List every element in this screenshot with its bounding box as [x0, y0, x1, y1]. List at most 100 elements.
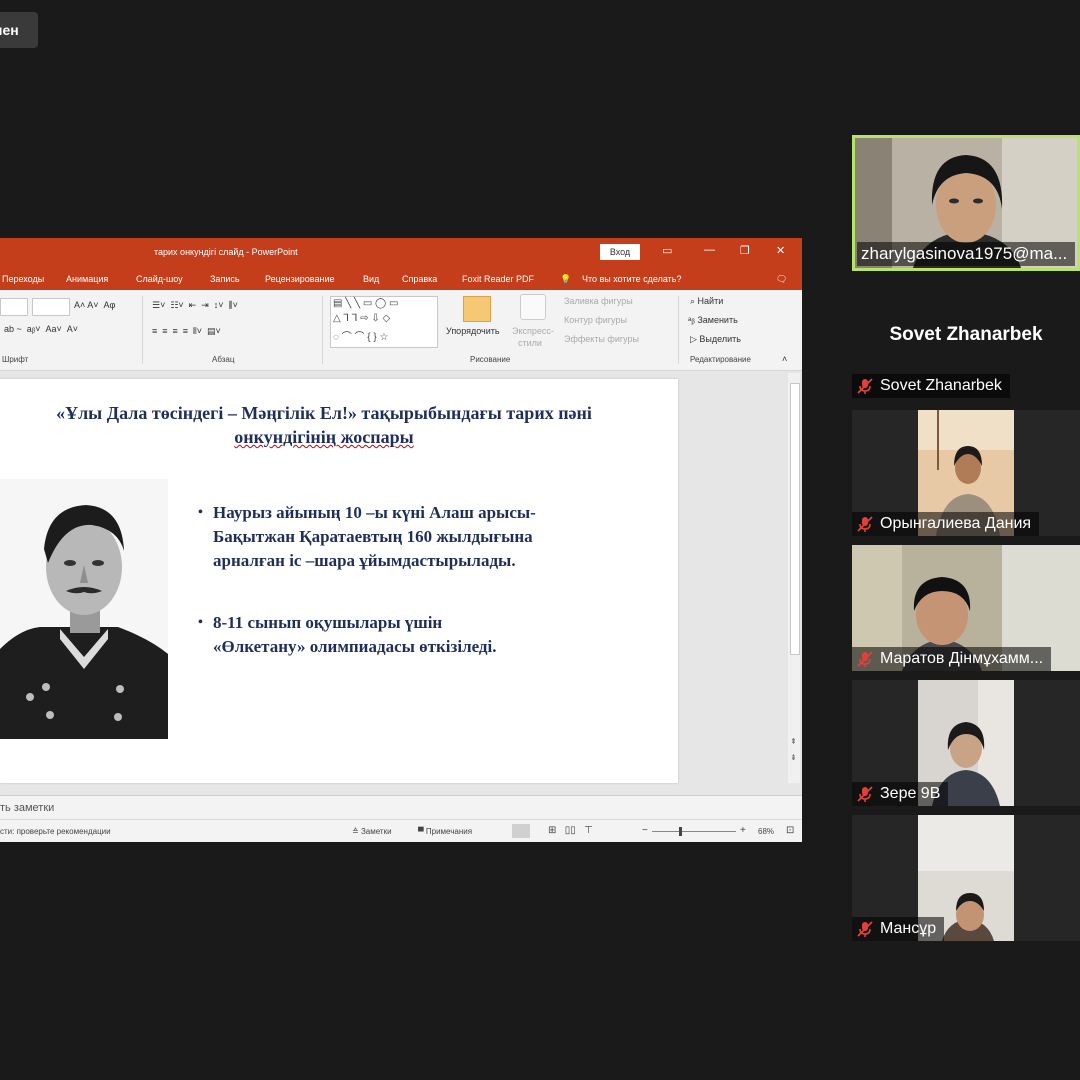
minimize-icon[interactable]: — [704, 244, 715, 256]
participant-tile-1[interactable]: Орынгалиева Дания [852, 410, 1080, 536]
participant-name: Орынгалиева Дания [880, 515, 1032, 532]
group-divider [678, 296, 679, 364]
participant-tile-host[interactable]: zharylgasinova1975@ma... [852, 135, 1080, 271]
tab-animation[interactable]: Анимация [66, 274, 108, 284]
group-divider [142, 296, 143, 364]
tab-record[interactable]: Запись [210, 274, 240, 284]
replace-icon: ᵃᵦ [688, 315, 698, 325]
powerpoint-window: тарих онкундігі слайд - PowerPoint Вход … [0, 238, 802, 842]
participant-display-name: Sovet Zhanarbek [889, 324, 1043, 345]
window-title: тарих онкундігі слайд - PowerPoint [154, 247, 298, 257]
align-icons[interactable]: ≡ ≡ ≡ ≡ ⫴˅ ▤˅ [152, 326, 221, 337]
meeting-badge[interactable]: нен [0, 12, 38, 48]
replace-button[interactable]: ᵃᵦ Заменить [688, 315, 738, 325]
participant-name: Sovet Zhanarbek [880, 377, 1002, 394]
view-mode-icons[interactable]: ⊞ ▯▯ ⊤ [548, 825, 593, 836]
lightbulb-icon: 💡 [560, 274, 572, 284]
zoom-out-icon[interactable]: − [642, 825, 648, 836]
participant-tile-3[interactable]: Зере 9В [852, 680, 1080, 806]
notes-button[interactable]: ≙ Заметки [352, 827, 392, 836]
notes-icon: ≙ [352, 827, 361, 836]
scrollbar-thumb[interactable] [790, 383, 800, 655]
comments-icon[interactable]: 🗨 [776, 274, 787, 285]
slide-title-line-1: «Ұлы Дала төсіндегі – Мәңгілік Ел!» тақы… [56, 403, 592, 423]
arrange-button[interactable]: Упорядочить [446, 326, 500, 336]
bullet-1-line-1: Наурыз айының 10 –ы күні Алаш арысы- [213, 503, 536, 522]
portrait-photo [0, 479, 168, 739]
mic-muted-icon [857, 516, 873, 532]
slide-canvas[interactable]: «Ұлы Дала төсіндегі – Мәңгілік Ел!» тақы… [0, 379, 678, 783]
find-button[interactable]: ⌕ Найти [690, 296, 723, 307]
fit-slide-icon[interactable]: ⊡ [786, 825, 794, 836]
group-label-paragraph: Абзац [212, 355, 235, 364]
group-label-drawing: Рисование [470, 355, 511, 364]
zoom-level[interactable]: 68% [758, 827, 774, 836]
slide-title-line-2: онкундігінің жоспары [0, 425, 678, 449]
participant-name-bar: Маратов Дінмұхамм... [852, 647, 1052, 671]
tab-slideshow[interactable]: Слайд-шоу [136, 274, 183, 284]
comments-button[interactable]: ▀ Примечания [418, 827, 472, 836]
next-slide-icon[interactable]: ⇟ [790, 753, 797, 762]
title-bar: тарих онкундігі слайд - PowerPoint Вход … [0, 238, 802, 268]
replace-label: Заменить [697, 315, 738, 325]
bullet-item-2[interactable]: • 8-11 сынып оқушылары үшін «Өлкетану» о… [198, 611, 497, 659]
comments-label: Примечания [425, 827, 473, 836]
maximize-icon[interactable]: ❐ [740, 244, 750, 257]
accessibility-status[interactable]: сти: проверьте рекомендации [0, 827, 111, 836]
vertical-scrollbar[interactable]: ⇞ ⇟ [788, 373, 800, 783]
arrange-icon[interactable] [463, 296, 491, 322]
bullet-2-line-1: 8-11 сынып оқушылары үшін [213, 613, 443, 632]
tell-me-input[interactable]: Что вы хотите сделать? [582, 274, 682, 284]
select-label: Выделить [699, 334, 741, 344]
zoom-in-icon[interactable]: + [740, 825, 746, 836]
slide-editor-area: «Ұлы Дала төсіндегі – Мәңгілік Ел!» тақы… [0, 371, 802, 795]
participant-tile-2[interactable]: Маратов Дінмұхамм... [852, 545, 1080, 671]
shape-effects-button[interactable]: Эффекты фигуры [564, 334, 639, 344]
prev-slide-icon[interactable]: ⇞ [790, 737, 797, 746]
tab-view[interactable]: Вид [363, 274, 379, 284]
shape-outline-button[interactable]: Контур фигуры [564, 315, 627, 325]
slide-title[interactable]: «Ұлы Дала төсіндегі – Мәңгілік Ел!» тақы… [0, 401, 678, 449]
select-button[interactable]: ▷ Выделить [690, 334, 741, 345]
tab-foxit[interactable]: Foxit Reader PDF [462, 274, 534, 284]
quick-styles-label-1[interactable]: Экспресс- [512, 326, 554, 336]
zoom-slider[interactable] [652, 831, 736, 832]
participant-name: Зере 9В [880, 785, 941, 802]
close-icon[interactable]: ✕ [776, 244, 785, 257]
font-grow-icon[interactable]: A˄ A˅ Aφ [74, 300, 115, 310]
cursor-icon: ▷ [690, 334, 700, 344]
list-icons[interactable]: ☰˅ ☷˅ ⇤ ⇥ ↕˅ ⫼˅ [152, 300, 238, 311]
normal-view-icon[interactable] [512, 824, 530, 838]
signin-button[interactable]: Вход [600, 244, 640, 260]
notes-pane[interactable]: ть заметки [0, 795, 802, 820]
participant-tile-4[interactable]: Мансұр [852, 815, 1080, 941]
participant-tile-0[interactable]: Sovet Zhanarbek [852, 374, 1080, 402]
quick-styles-icon[interactable] [520, 294, 546, 320]
font-size-box[interactable] [32, 298, 70, 316]
zoom-slider-thumb[interactable] [679, 827, 682, 836]
ribbon: A˄ A˅ Aφ ab ~ aᵦ˅ Aa˅ A˅ Шрифт ☰˅ ☷˅ ⇤ ⇥… [0, 290, 802, 371]
tab-help[interactable]: Справка [402, 274, 437, 284]
bullet-dot: • [198, 615, 203, 630]
tab-transitions[interactable]: Переходы [2, 274, 44, 284]
bullet-1-line-3: арналған іс –шара ұйымдастырылады. [213, 551, 516, 570]
shape-fill-button[interactable]: Заливка фигуры [564, 296, 633, 306]
ribbon-display-icon[interactable]: ▭ [662, 244, 672, 257]
shapes-gallery[interactable]: ▤ ╲ ╲ ▭ ◯ ▭ △ ⅂ ⅂ ⇨ ⇩ ◇ ◌ ⌒ ⌒ { } ☆ [330, 296, 438, 348]
mic-muted-icon [857, 921, 873, 937]
bullet-dot: • [198, 505, 203, 520]
notes-placeholder: ть заметки [0, 802, 55, 814]
portrait-image[interactable] [0, 479, 168, 739]
font-format-icons[interactable]: ab ~ aᵦ˅ Aa˅ A˅ [4, 324, 78, 334]
participant-name-bar: Sovet Zhanarbek [852, 374, 1010, 398]
font-name-box[interactable] [0, 298, 28, 316]
group-label-editing: Редактирование [690, 355, 751, 364]
group-label-font: Шрифт [2, 355, 29, 364]
mic-muted-icon [857, 651, 873, 667]
participant-name: Мансұр [880, 920, 937, 937]
collapse-ribbon-icon[interactable]: ˄ [782, 354, 787, 364]
tab-review[interactable]: Рецензирование [265, 274, 335, 284]
bullet-item-1[interactable]: • Наурыз айының 10 –ы күні Алаш арысы- Б… [198, 501, 536, 573]
participant-name-bar: Зере 9В [852, 782, 949, 806]
mic-muted-icon [857, 378, 873, 394]
